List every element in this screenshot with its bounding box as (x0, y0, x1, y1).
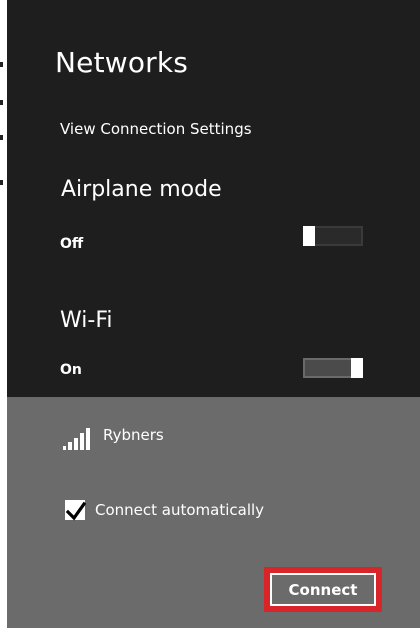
wifi-label: Wi-Fi (60, 308, 113, 333)
toggle-knob (303, 226, 315, 246)
connect-button[interactable]: Connect (270, 573, 376, 606)
view-connection-settings-link[interactable]: View Connection Settings (60, 120, 252, 138)
connect-automatically-label: Connect automatically (95, 501, 265, 519)
edge-fragment (0, 62, 3, 67)
edge-fragment (0, 135, 3, 140)
wifi-state: On (60, 362, 82, 378)
edge-fragment (0, 180, 3, 185)
connect-automatically-checkbox[interactable] (65, 500, 86, 521)
wifi-signal-icon (63, 426, 97, 454)
background-window-edge (0, 0, 7, 628)
airplane-mode-toggle[interactable] (303, 226, 363, 246)
network-name: Rybners (103, 426, 164, 444)
networks-pane: Networks View Connection Settings Airpla… (7, 0, 420, 628)
edge-fragment (0, 100, 3, 105)
airplane-mode-state: Off (60, 236, 84, 252)
wifi-toggle[interactable] (303, 358, 363, 378)
networks-settings-section: Networks View Connection Settings Airpla… (7, 0, 420, 397)
page-title: Networks (55, 46, 189, 79)
toggle-knob (351, 358, 363, 378)
airplane-mode-label: Airplane mode (61, 177, 222, 202)
network-list-item[interactable]: Rybners (47, 422, 387, 462)
connect-button-highlight: Connect (264, 567, 382, 612)
checkmark-icon (66, 501, 86, 521)
